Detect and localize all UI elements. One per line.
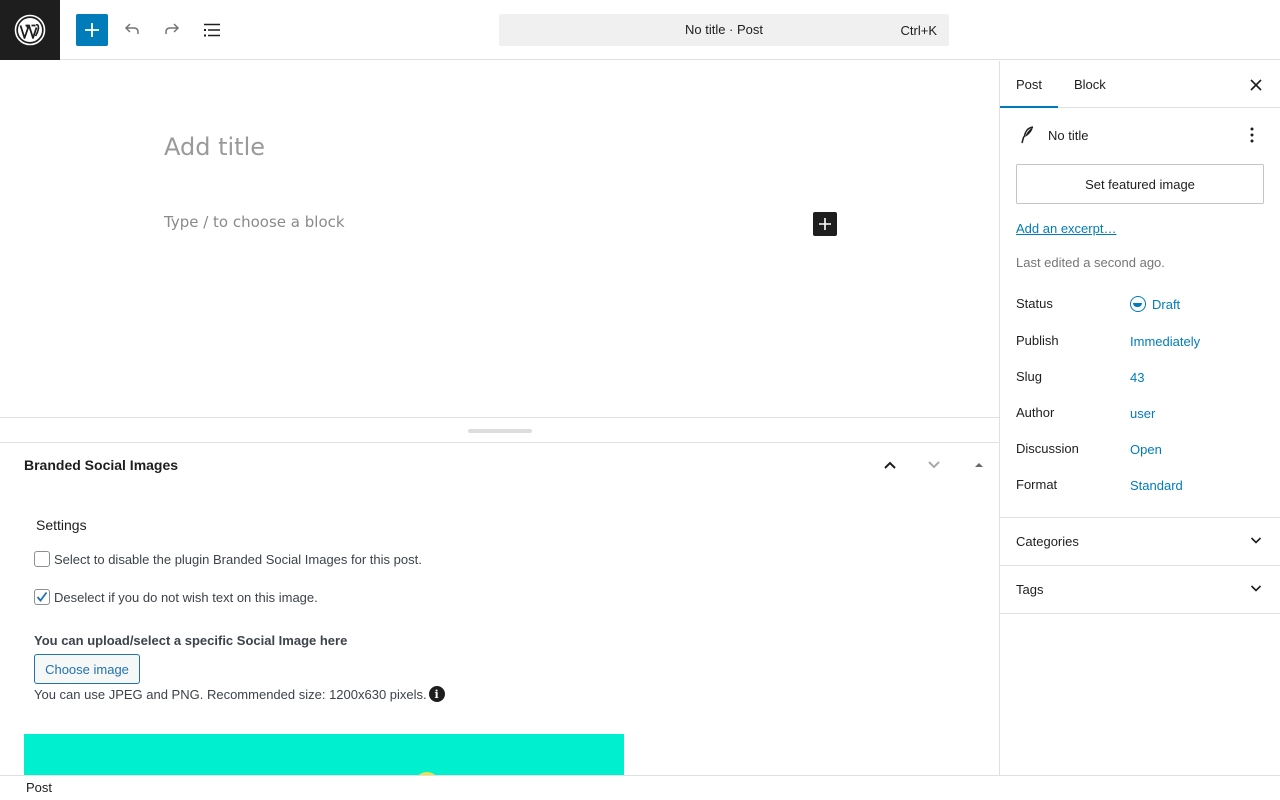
draft-status-icon (1130, 296, 1146, 312)
keyboard-shortcut: Ctrl+K (900, 23, 937, 38)
undo-button[interactable] (116, 14, 148, 46)
default-block-appender[interactable]: Type / to choose a block (164, 213, 345, 231)
metabox-title[interactable]: Branded Social Images (24, 457, 178, 473)
format-label: Format (1016, 477, 1058, 492)
triangle-up-icon (975, 463, 983, 467)
text-on-image-row: Deselect if you do not wish text on this… (34, 589, 318, 605)
discussion-value-button[interactable]: Open (1130, 442, 1162, 457)
status-value-button[interactable]: Draft (1130, 296, 1180, 312)
close-sidebar-button[interactable] (1244, 73, 1268, 97)
list-view-icon (204, 23, 220, 37)
document-title: No title · Post (684, 22, 764, 37)
breadcrumb-post[interactable]: Post (26, 780, 52, 795)
wordpress-logo-button[interactable] (0, 0, 60, 60)
chevron-down-icon (1248, 580, 1264, 596)
tags-panel[interactable]: Tags (1000, 565, 1280, 614)
upload-label: You can upload/select a specific Social … (34, 633, 348, 648)
checkmark-icon (36, 591, 48, 602)
document-overview-button[interactable] (196, 14, 228, 46)
publish-label: Publish (1016, 333, 1059, 348)
post-title-input[interactable]: Add title (164, 133, 265, 161)
toggle-panel-button[interactable] (967, 453, 991, 477)
block-inserter-button[interactable] (76, 14, 108, 46)
disable-plugin-row: Select to disable the plugin Branded Soc… (34, 551, 422, 567)
wordpress-icon (14, 14, 46, 46)
info-icon[interactable]: i (428, 686, 445, 702)
categories-panel-label[interactable]: Categories (1016, 534, 1079, 549)
close-icon (1250, 79, 1262, 91)
chevron-up-icon (884, 461, 896, 469)
chevron-down-icon (1248, 532, 1264, 548)
tab-post[interactable]: Post (1000, 61, 1058, 108)
redo-icon (165, 23, 180, 34)
more-vertical-icon (1250, 127, 1254, 143)
slug-label: Slug (1016, 369, 1043, 384)
author-value-button[interactable]: user (1130, 406, 1155, 421)
move-up-button[interactable] (878, 453, 902, 477)
choose-image-button[interactable]: Choose image (34, 654, 140, 684)
discussion-label: Discussion (1016, 441, 1079, 456)
editor-header: No title · Post Ctrl+K (0, 0, 1280, 60)
upload-hint: You can use JPEG and PNG. Recommended si… (34, 686, 445, 702)
status-label: Status (1016, 296, 1053, 311)
tags-panel-label[interactable]: Tags (1016, 582, 1043, 597)
add-excerpt-link[interactable]: Add an excerpt… (1016, 221, 1116, 236)
chevron-down-icon (928, 461, 940, 469)
sidebar-tabs: Post Block (1000, 61, 1280, 108)
add-block-button[interactable] (813, 212, 837, 236)
plus-icon (85, 23, 99, 37)
text-on-image-label[interactable]: Deselect if you do not wish text on this… (54, 590, 318, 605)
set-featured-image-button[interactable]: Set featured image (1016, 164, 1264, 204)
move-down-button[interactable] (922, 453, 946, 477)
disable-plugin-label[interactable]: Select to disable the plugin Branded Soc… (54, 552, 422, 567)
text-on-image-checkbox[interactable] (34, 589, 50, 605)
post-feather-icon (1021, 126, 1034, 144)
settings-sidebar: Post Block No title Set featured image A… (1000, 61, 1280, 775)
plus-icon (819, 218, 831, 230)
disable-plugin-checkbox[interactable] (34, 551, 50, 567)
status-value[interactable]: Draft (1152, 297, 1180, 312)
tab-block[interactable]: Block (1058, 61, 1122, 108)
settings-heading: Settings (36, 517, 87, 533)
redo-button[interactable] (156, 14, 188, 46)
branded-social-images-metabox: Branded Social Images Settings Select to… (0, 443, 999, 775)
format-value-button[interactable]: Standard (1130, 478, 1183, 493)
undo-icon (124, 23, 139, 34)
post-actions-button[interactable] (1240, 123, 1264, 147)
last-edited-text: Last edited a second ago. (1016, 255, 1165, 270)
categories-panel[interactable]: Categories (1000, 517, 1280, 565)
slug-value-button[interactable]: 43 (1130, 370, 1144, 385)
block-breadcrumb-bar: Post (0, 775, 1280, 800)
metabox-resize-handle[interactable] (0, 417, 999, 443)
author-label: Author (1016, 405, 1055, 420)
command-palette-button[interactable]: No title · Post Ctrl+K (499, 14, 949, 46)
drag-handle[interactable] (468, 429, 532, 433)
publish-value-button[interactable]: Immediately (1130, 334, 1200, 349)
post-card-title: No title (1048, 128, 1089, 143)
upload-hint-text: You can use JPEG and PNG. Recommended si… (34, 686, 427, 702)
social-image-preview (24, 734, 624, 775)
editor-canvas: Add title Type / to choose a block (0, 61, 999, 417)
